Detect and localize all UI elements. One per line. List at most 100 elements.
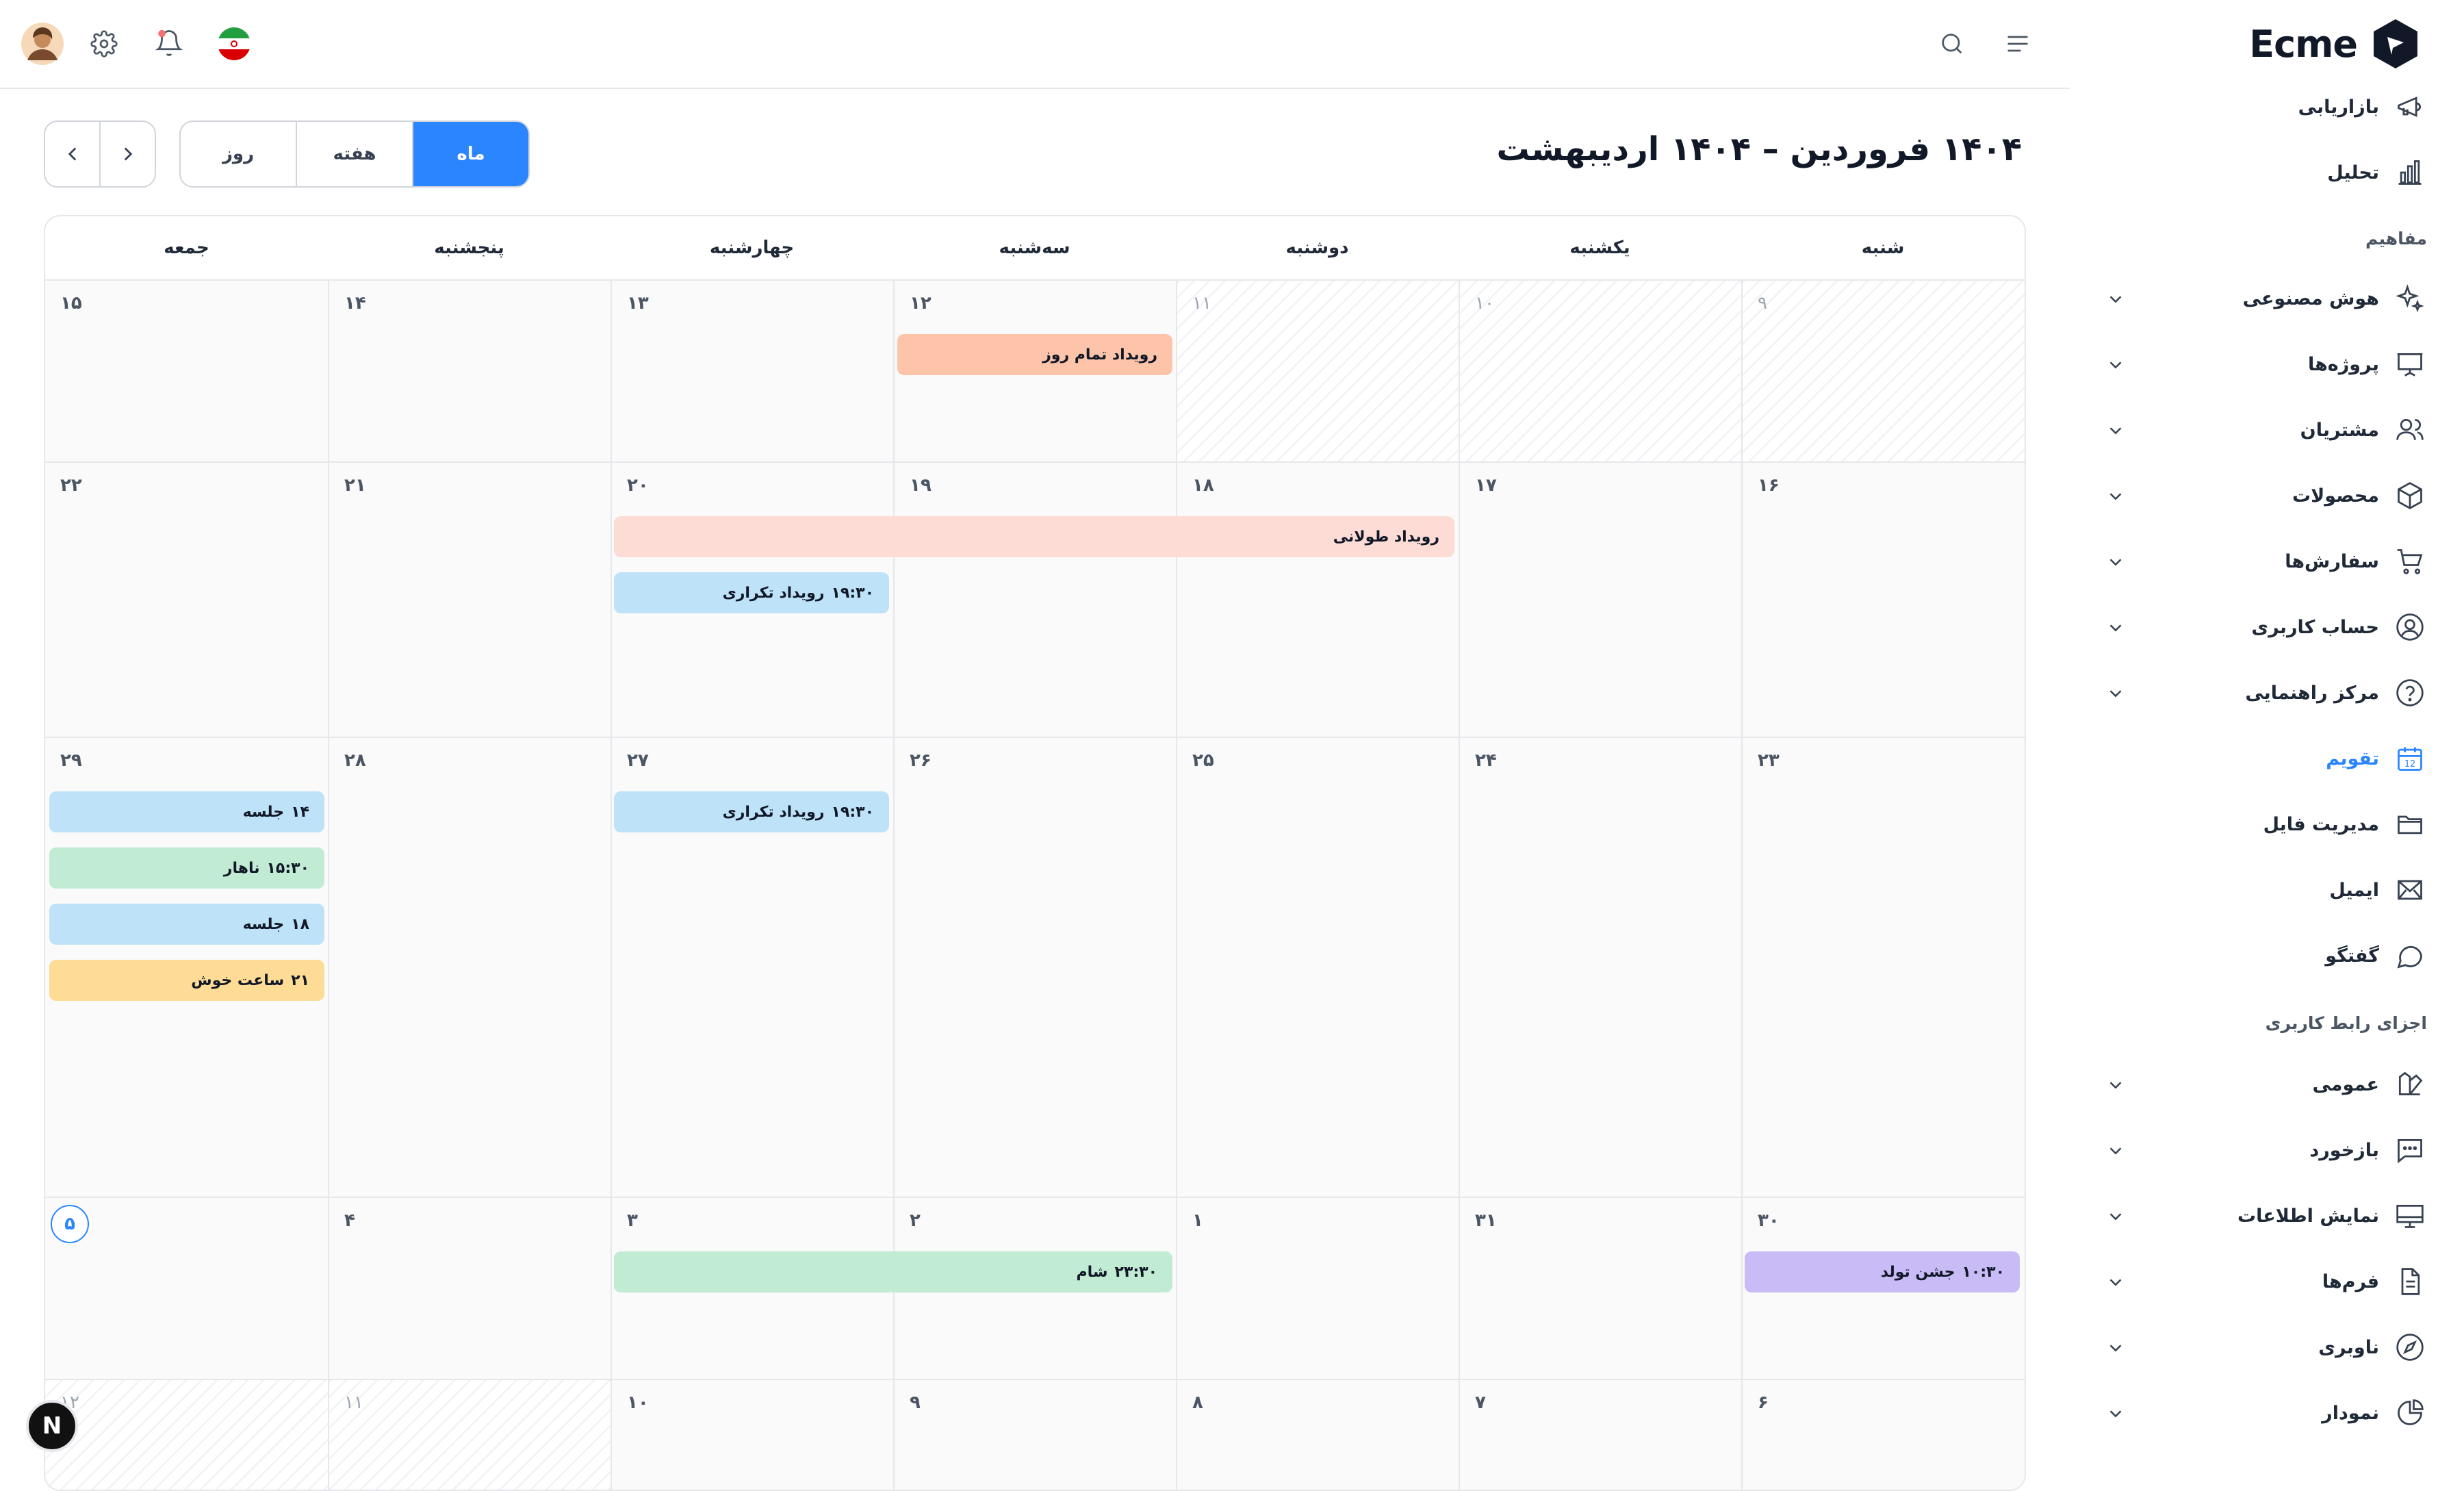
calendar-event[interactable]: رویداد طولانی	[614, 516, 1454, 557]
avatar[interactable]	[21, 22, 64, 66]
sidebar-item-forms[interactable]: فرم‌ها	[2105, 1257, 2427, 1306]
chevron-down-icon	[2109, 1082, 2122, 1089]
sidebar-item-label: تحلیل	[2327, 162, 2379, 183]
sidebar-item-account[interactable]: حساب کاربری	[2105, 602, 2427, 652]
sidebar-item-chat[interactable]: گفتگو	[2105, 931, 2427, 980]
menu-icon[interactable]	[2003, 29, 2033, 59]
day-cell-past[interactable]: ۹	[1741, 279, 2025, 461]
sidebar-item-customers[interactable]: مشتریان	[2105, 405, 2427, 455]
day-cell[interactable]: ۲۸	[328, 737, 611, 1197]
sidebar-item-feedback[interactable]: بازخورد	[2105, 1125, 2427, 1175]
day-number: ۱۲	[910, 293, 932, 314]
view-day-button[interactable]: روز	[181, 122, 296, 186]
page-title: ۱۴۰۴ فروردین – ۱۴۰۴ اردیبهشت	[1496, 130, 2022, 168]
sidebar-item-label: عمومی	[2312, 1073, 2379, 1095]
calendar-event[interactable]: ۱۹:۳۰ رویداد تکراری	[614, 791, 889, 832]
folder-icon	[2393, 807, 2427, 841]
day-number: ۱۷	[1475, 475, 1497, 496]
sidebar-item-marketing[interactable]: بازاریابی	[2105, 82, 2427, 131]
brand-name: Ecme	[2249, 22, 2358, 66]
calendar-event[interactable]: ۱۵:۳۰ ناهار	[49, 848, 324, 889]
day-cell[interactable]: ۲۱	[328, 461, 611, 737]
day-cell[interactable]: ۴	[328, 1197, 611, 1379]
calendar-event[interactable]: ۱۸ جلسه	[49, 904, 324, 945]
event-title: ساعت خوش	[191, 971, 285, 989]
day-cell-past[interactable]: ۱۱	[1176, 279, 1459, 461]
sidebar-item-file-manager[interactable]: مدیریت فایل	[2105, 800, 2427, 849]
sidebar-item-navigation[interactable]: ناوبری	[2105, 1323, 2427, 1372]
document-icon	[2393, 1264, 2427, 1299]
sidebar-item-help-center[interactable]: مرکز راهنمایی	[2105, 668, 2427, 717]
day-cell[interactable]: ۱۳	[611, 279, 893, 461]
box-icon	[2393, 479, 2427, 513]
sidebar-item-orders[interactable]: سفارش‌ها	[2105, 537, 2427, 586]
day-number: ۹	[910, 1392, 921, 1413]
search-icon[interactable]	[1937, 29, 1967, 59]
calendar-event[interactable]: ۲۳:۳۰ شام	[614, 1251, 1172, 1292]
event-title: جلسه	[242, 915, 285, 933]
section-title-ui-components: اجزای رابط کاربری	[2265, 1013, 2427, 1033]
day-number: ۲۸	[344, 750, 366, 771]
sidebar-item-common[interactable]: عمومی	[2105, 1060, 2427, 1109]
day-cell-next-month[interactable]: ۱۲	[45, 1379, 328, 1490]
day-cell[interactable]: ۲۵	[1176, 737, 1459, 1197]
calendar-event[interactable]: رویداد تمام روز	[897, 334, 1172, 375]
cart-icon	[2393, 544, 2427, 578]
day-cell[interactable]: ۱۰	[611, 1379, 893, 1490]
calendar-event[interactable]: ۱۹:۳۰ رویداد تکراری	[614, 572, 889, 613]
day-cell[interactable]: ۱۸	[1176, 461, 1459, 737]
prev-button[interactable]	[45, 122, 99, 186]
calendar-event[interactable]: ۱۴ جلسه	[49, 791, 324, 832]
sidebar-item-label: پروژه‌ها	[2307, 353, 2379, 375]
day-cell[interactable]: ۲۶	[893, 737, 1176, 1197]
next-dev-badge[interactable]: N	[26, 1400, 78, 1452]
bell-icon[interactable]	[153, 27, 185, 59]
chevron-left-icon	[68, 147, 76, 161]
sidebar-item-email[interactable]: ایمیل	[2105, 865, 2427, 915]
day-cell[interactable]: ۸	[1176, 1379, 1459, 1490]
day-cell[interactable]: ۷	[1459, 1379, 1741, 1490]
day-cell[interactable]: ۲۴	[1459, 737, 1741, 1197]
day-cell[interactable]: ۹	[893, 1379, 1176, 1490]
day-cell-today[interactable]: ۵	[45, 1197, 328, 1379]
day-number: ۱۱	[1192, 293, 1211, 314]
day-cell[interactable]: ۶	[1741, 1379, 2025, 1490]
day-number: ۱۴	[344, 293, 366, 314]
sidebar-item-projects[interactable]: پروژه‌ها	[2105, 340, 2427, 389]
sidebar-item-graph[interactable]: نمودار	[2105, 1388, 2427, 1438]
sidebar-item-calendar[interactable]: 12 تقویم	[2105, 734, 2427, 783]
brand-logo[interactable]: Ecme	[2249, 15, 2423, 73]
event-time: ۱۹:۳۰	[831, 584, 874, 602]
view-week-button[interactable]: هفته	[296, 122, 412, 186]
day-cell[interactable]: ۱۴	[328, 279, 611, 461]
sidebar-item-ai[interactable]: هوش مصنوعی	[2105, 274, 2427, 323]
sidebar-item-label: نمایش اطلاعات	[2237, 1205, 2379, 1227]
sidebar-item-data-display[interactable]: نمایش اطلاعات	[2105, 1191, 2427, 1240]
day-cell[interactable]: ۱	[1176, 1197, 1459, 1379]
sidebar-item-analytics[interactable]: تحلیل	[2105, 148, 2427, 197]
day-cell[interactable]: ۱۶	[1741, 461, 2025, 737]
view-month-button[interactable]: ماه	[412, 122, 528, 186]
day-cell[interactable]: ۳۱	[1459, 1197, 1741, 1379]
day-cell[interactable]: ۲۲	[45, 461, 328, 737]
event-time: ۱۵:۳۰	[266, 859, 309, 877]
next-button[interactable]	[99, 122, 155, 186]
day-cell[interactable]: ۲۳	[1741, 737, 2025, 1197]
sidebar-item-products[interactable]: محصولات	[2105, 471, 2427, 520]
iran-flag-icon[interactable]	[216, 26, 252, 62]
day-cell[interactable]: ۱۷	[1459, 461, 1741, 737]
gear-icon[interactable]	[89, 29, 119, 59]
day-cell-next-month[interactable]: ۱۱	[328, 1379, 611, 1490]
event-title: رویداد تمام روز	[1042, 346, 1157, 364]
user-circle-icon	[2393, 610, 2427, 644]
sidebar-item-label: ناوبری	[2318, 1336, 2379, 1358]
day-cell[interactable]: ۱۹	[893, 461, 1176, 737]
chevron-down-icon	[2109, 1279, 2122, 1286]
day-cell-past[interactable]: ۱۰	[1459, 279, 1741, 461]
day-cell[interactable]: ۱۵	[45, 279, 328, 461]
calendar-event[interactable]: ۱۰:۳۰ جشن تولد	[1745, 1251, 2020, 1292]
today-marker: ۵	[51, 1205, 89, 1243]
compass-icon	[2393, 1330, 2427, 1364]
calendar-event[interactable]: ۲۱ ساعت خوش	[49, 960, 324, 1001]
event-time: ۱۹:۳۰	[831, 803, 874, 821]
